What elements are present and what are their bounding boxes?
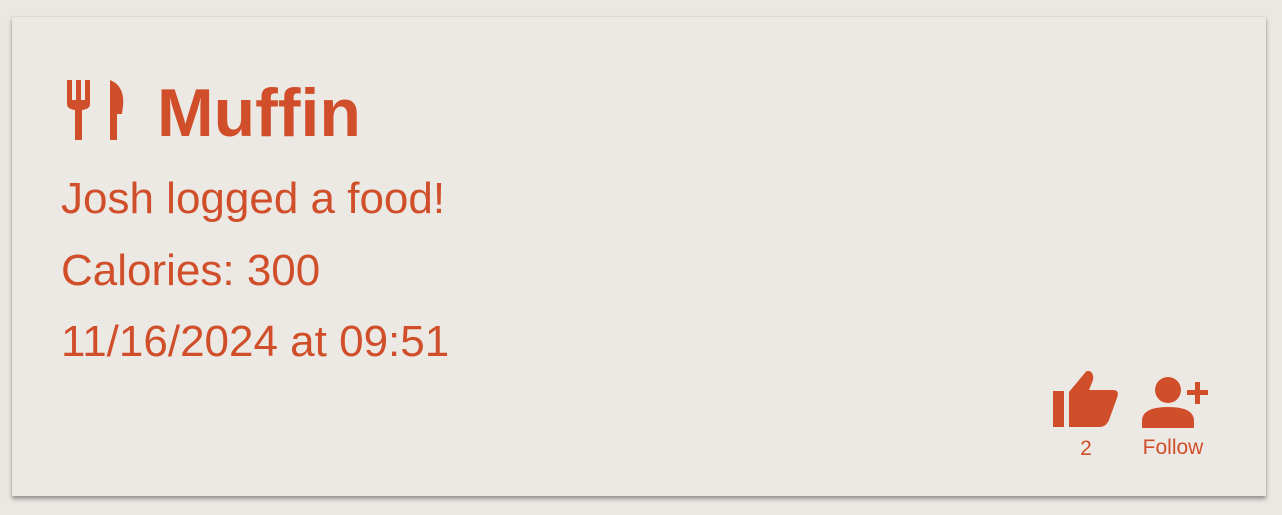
log-message: Josh logged a food! [61,174,446,223]
fork-knife-icon [67,80,124,140]
person-add-icon [1142,377,1208,428]
thumb-up-icon [1053,370,1118,427]
like-button[interactable]: 2 [1048,368,1124,459]
like-count: 2 [1080,437,1092,460]
log-timestamp: 11/16/2024 at 09:51 [61,317,450,366]
calories-text: Calories: 300 [61,246,321,295]
follow-label: Follow [1142,436,1204,459]
food-title: Muffin [157,75,361,151]
food-log-card: Muffin Josh logged a food! Calories: 300… [12,17,1266,496]
card-header: Muffin [67,70,361,150]
follow-button[interactable]: Follow [1133,376,1213,458]
